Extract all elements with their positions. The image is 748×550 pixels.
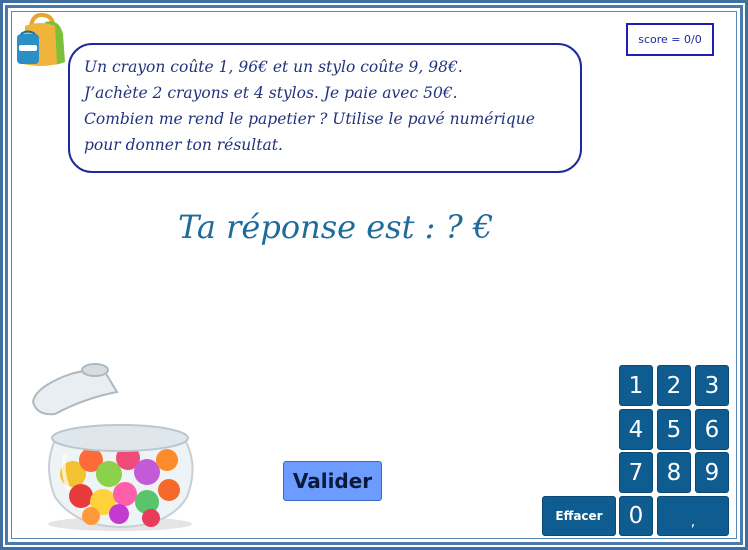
keypad-key-7[interactable]: 7 xyxy=(619,452,653,493)
keypad-key-5[interactable]: 5 xyxy=(657,409,691,450)
candy-jar-image xyxy=(31,363,194,531)
keypad-key-4[interactable]: 4 xyxy=(619,409,653,450)
erase-button[interactable]: Effacer xyxy=(542,496,616,536)
problem-bubble: Un crayon coûte 1, 96€ et un stylo coûte… xyxy=(68,43,582,173)
keypad-key-3[interactable]: 3 xyxy=(695,365,729,406)
problem-line: Combien me rend le papetier ? Utilise le… xyxy=(84,110,535,128)
keypad-key-9[interactable]: 9 xyxy=(695,452,729,493)
backpack-icon[interactable] xyxy=(15,12,67,68)
problem-line: J’achète 2 crayons et 4 stylos. Je paie … xyxy=(84,84,458,102)
score-display: score = 0/0 xyxy=(626,23,714,56)
validate-button[interactable]: Valider xyxy=(283,461,382,501)
problem-line: pour donner ton résultat. xyxy=(84,136,283,154)
keypad-key-2[interactable]: 2 xyxy=(657,365,691,406)
problem-line: Un crayon coûte 1, 96€ et un stylo coûte… xyxy=(84,58,463,76)
keypad-key-8[interactable]: 8 xyxy=(657,452,691,493)
keypad-key-1[interactable]: 1 xyxy=(619,365,653,406)
keypad-key-0[interactable]: 0 xyxy=(619,496,653,536)
keypad-key-comma[interactable]: , xyxy=(657,496,729,536)
answer-display: Ta réponse est : ? € xyxy=(178,208,494,246)
keypad-key-6[interactable]: 6 xyxy=(695,409,729,450)
